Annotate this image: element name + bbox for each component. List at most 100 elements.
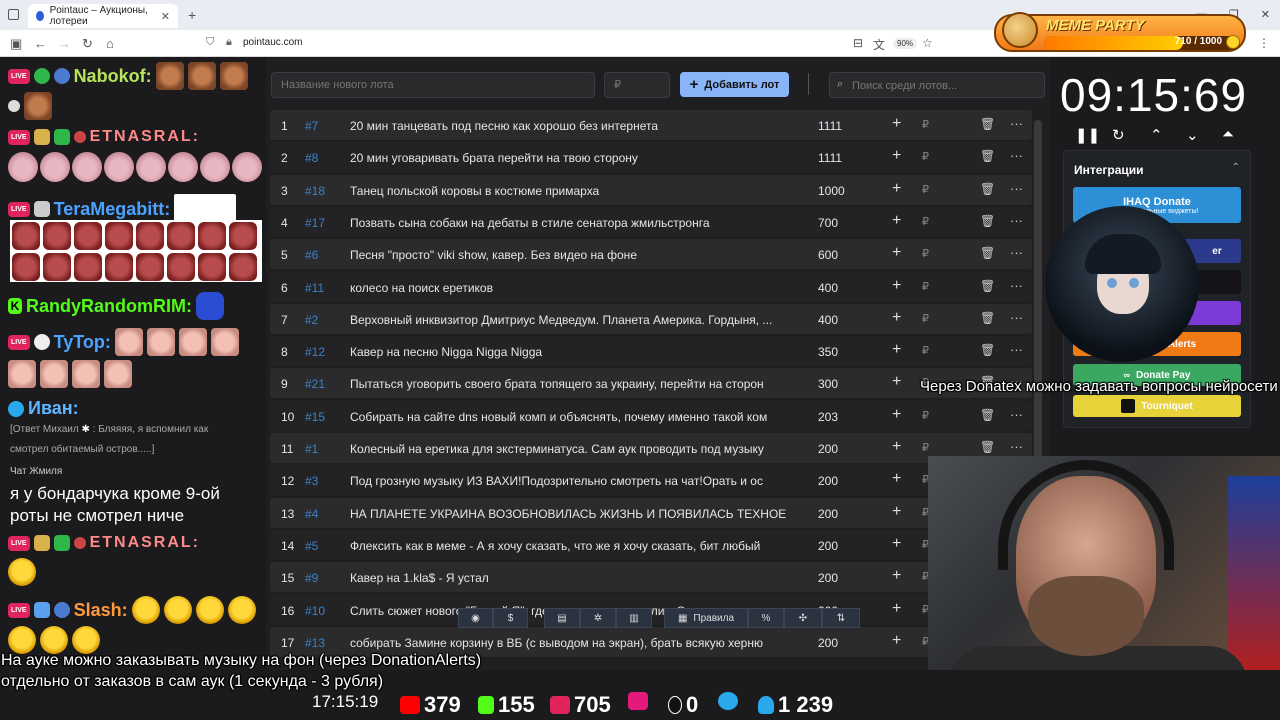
star-icon[interactable]: ☆ [922, 36, 933, 50]
lot-amount[interactable]: 200 [818, 474, 838, 488]
more-icon[interactable]: ··· [1010, 439, 1023, 454]
rules-button[interactable]: ▦ Правила [664, 608, 748, 628]
lot-amount[interactable]: 1000 [818, 184, 845, 198]
lock-icon[interactable]: 🔒︎ [226, 36, 232, 49]
chevron-down-icon[interactable]: ⌄ [1186, 126, 1199, 144]
more-icon[interactable]: ··· [1010, 148, 1023, 163]
lot-row[interactable]: 15#9Кавер на 1.kla$ - Я устал200+₽🗑︎··· [270, 562, 1032, 593]
lot-row[interactable]: 1 #7 20 мин танцевать под песню как хорошо… [270, 110, 1032, 140]
plus-icon[interactable]: + [892, 600, 901, 618]
reader-icon[interactable]: ⊟ [853, 36, 863, 50]
lot-name[interactable]: собирать Замине корзину в ВБ (с выводом … [350, 636, 790, 650]
lot-amount[interactable]: 200 [818, 571, 838, 585]
lot-amount[interactable]: 700 [818, 216, 838, 230]
new-tab-icon[interactable]: + [188, 7, 196, 23]
trash-icon[interactable]: 🗑︎ [980, 343, 995, 357]
reset-icon[interactable]: ↻ [1112, 126, 1125, 144]
zoom-level[interactable]: 90% [893, 38, 918, 49]
lot-name[interactable]: 20 мин танцевать под песню как хорошо бе… [350, 119, 790, 133]
url-text[interactable]: pointauc.com [243, 37, 302, 48]
lot-amount[interactable]: 200 [818, 539, 838, 553]
translate-icon[interactable]: 文 [873, 36, 885, 53]
donate-button[interactable]: $ [493, 608, 528, 628]
trash-icon[interactable]: 🗑︎ [980, 440, 995, 454]
lot-name[interactable]: Колесный на еретика для экстерминатуса. … [350, 442, 790, 456]
home-icon[interactable]: ⌂ [106, 36, 114, 51]
sidebar-icon[interactable]: ▣ [10, 36, 22, 52]
lot-amount[interactable]: 400 [818, 281, 838, 295]
github-button[interactable]: ◉ [458, 608, 493, 628]
tab-list-icon[interactable] [8, 9, 19, 20]
more-icon[interactable]: ··· [1010, 116, 1023, 131]
plus-icon[interactable]: + [892, 147, 901, 165]
tourniquet-button[interactable]: Tourniquet [1073, 395, 1241, 417]
lot-row[interactable]: 4 #17 Позвать сына собаки на дебаты в стил… [270, 206, 1032, 237]
more-icon[interactable]: ··· [1010, 181, 1023, 196]
chevron-up-icon[interactable]: ⌃ [1232, 162, 1240, 173]
lot-row[interactable]: 2 #8 20 мин уговаривать брата перейти на т… [270, 142, 1032, 173]
lot-row[interactable]: 7 #2 Верховный инквизитор Дмитриус Медведу… [270, 303, 1032, 334]
forward-icon[interactable]: → [58, 36, 71, 51]
bug-button[interactable]: ✲ [580, 608, 616, 628]
shield-icon[interactable]: ⛉ [206, 36, 214, 49]
plus-icon[interactable]: + [892, 535, 901, 553]
lot-row[interactable]: 6 #11 колесо на поиск еретиков 400 + ₽ 🗑︎ ··· [270, 271, 1032, 302]
lot-amount[interactable]: 1111 [818, 119, 842, 133]
close-window-icon[interactable]: ✕ [1261, 8, 1270, 21]
lot-row[interactable]: 9 #21 Пытаться уговорить своего брата топя… [270, 368, 1032, 399]
search-field[interactable]: ⌕ Поиск среди лотов... [829, 72, 1045, 98]
lot-name[interactable]: НА ПЛАНЕТЕ УКРАИНА ВОЗОБНОВИЛАСЬ ЖИЗНЬ И… [350, 507, 790, 521]
new-lot-input[interactable] [271, 72, 595, 98]
lot-name[interactable]: Танец польской коровы в костюме примарха [350, 184, 790, 198]
lot-row[interactable]: 13 #4 НА ПЛАНЕТЕ УКРАИНА ВОЗОБНОВИЛАСЬ ЖИЗ… [270, 497, 1032, 528]
lot-name[interactable]: Собирать на сайте dns новый комп и объяс… [350, 410, 790, 424]
plus-icon[interactable]: + [892, 567, 901, 585]
plus-icon[interactable]: + [892, 115, 901, 133]
plus-icon[interactable]: + [892, 406, 901, 424]
scrollbar[interactable] [1034, 120, 1042, 460]
lot-name[interactable]: Кавер на 1.kla$ - Я устал [350, 571, 790, 585]
more-icon[interactable]: ··· [1010, 407, 1023, 422]
percent-button[interactable]: % [748, 608, 784, 628]
lot-name[interactable]: Пытаться уговорить своего брата топящего… [350, 377, 790, 391]
lot-name[interactable]: Позвать сына собаки на дебаты в стиле се… [350, 216, 790, 230]
trash-icon[interactable]: 🗑︎ [980, 214, 995, 228]
pause-icon[interactable]: ❚❚ [1075, 126, 1100, 144]
lot-amount[interactable]: 350 [818, 345, 838, 359]
plus-icon[interactable]: + [892, 470, 901, 488]
lot-name[interactable]: Песня "просто" viki show, кавер. Без вид… [350, 248, 790, 262]
plus-icon[interactable]: + [892, 180, 901, 198]
clear-button[interactable]: ▥ [616, 608, 652, 628]
more-icon[interactable]: ··· [1010, 310, 1023, 325]
plus-icon[interactable]: + [892, 244, 901, 262]
more-icon[interactable]: ··· [1010, 245, 1023, 260]
lot-amount[interactable]: 203 [818, 410, 838, 424]
lot-row[interactable]: 8 #12 Кавер на песню Nigga Nigga Nigga 350 +… [270, 336, 1032, 367]
sort-button[interactable]: ⇅ [822, 608, 860, 628]
lot-amount[interactable]: 1111 [818, 151, 842, 165]
lot-amount[interactable]: 200 [818, 636, 838, 650]
close-icon[interactable]: ✕ [161, 10, 170, 23]
lot-amount[interactable]: 300 [818, 377, 838, 391]
trash-icon[interactable]: 🗑︎ [980, 311, 995, 325]
lot-name[interactable]: Кавер на песню Nigga Nigga Nigga [350, 345, 790, 359]
lot-row[interactable]: 11 #1 Колесный на еретика для экстерминату… [270, 433, 1032, 463]
trash-icon[interactable]: 🗑︎ [980, 408, 995, 422]
trash-icon[interactable]: 🗑︎ [980, 117, 995, 131]
lot-amount[interactable]: 200 [818, 442, 838, 456]
double-up-icon[interactable]: ⏶ [1222, 126, 1234, 143]
trash-icon[interactable]: 🗑︎ [980, 182, 995, 196]
lot-name[interactable]: 20 мин уговаривать брата перейти на твою… [350, 151, 790, 165]
plus-icon[interactable]: + [892, 309, 901, 327]
plus-icon[interactable]: + [892, 341, 901, 359]
amount-input[interactable] [604, 72, 670, 98]
lot-name[interactable]: Флексить как в меме - А я хочу сказать, … [350, 539, 790, 553]
lot-row[interactable]: 14 #5 Флексить как в меме - А я хочу сказа… [270, 529, 1032, 560]
plus-icon[interactable]: + [892, 438, 901, 456]
plus-icon[interactable]: + [892, 277, 901, 295]
more-icon[interactable]: ··· [1010, 278, 1023, 293]
trash-icon[interactable]: 🗑︎ [980, 246, 995, 260]
trash-icon[interactable]: 🗑︎ [980, 149, 995, 163]
menu-icon[interactable]: ⋮ [1258, 36, 1270, 50]
lot-name[interactable]: колесо на поиск еретиков [350, 281, 790, 295]
